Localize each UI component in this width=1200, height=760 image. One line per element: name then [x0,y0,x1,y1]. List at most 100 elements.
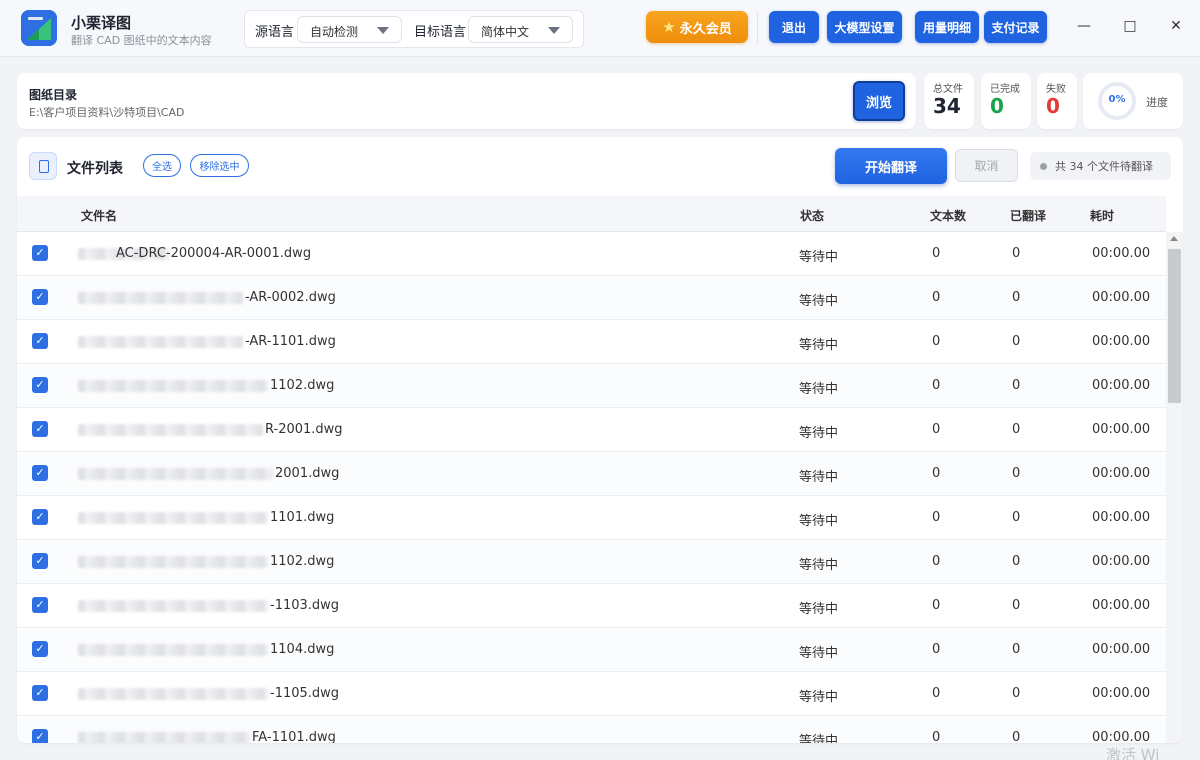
row-checkbox[interactable]: ✓ [32,685,48,701]
file-name-cell: 1102.dwg [78,540,378,584]
remove-selected-button[interactable]: 移除选中 [190,154,249,177]
pending-text: 共 34 个文件待翻译 [1055,160,1153,173]
close-icon[interactable]: ✕ [1161,14,1191,38]
maximize-icon[interactable]: □ [1115,14,1145,38]
select-all-button[interactable]: 全选 [143,154,181,177]
file-list-title: 文件列表 [67,161,123,177]
file-name-cell: 1102.dwg [78,364,378,408]
file-name-cell: -1105.dwg [78,672,378,716]
source-language-label: 源语言 [255,25,295,40]
file-name-cell: AC-DRC-200004-AR-0001.dwg [78,232,378,276]
table-row[interactable]: ✓ -1103.dwg 等待中 0 0 00:00.00 [17,584,1166,628]
file-status: 等待中 [799,250,839,265]
row-checkbox[interactable]: ✓ [32,597,48,613]
file-status: 等待中 [799,734,839,743]
table-row[interactable]: ✓ -1105.dwg 等待中 0 0 00:00.00 [17,672,1166,716]
table-row[interactable]: ✓ AC-DRC-200004-AR-0001.dwg 等待中 0 0 00:00.00 [17,232,1166,276]
translated-count: 0 [1012,510,1021,525]
llm-settings-button[interactable]: 大模型设置 [827,11,902,43]
translated-count: 0 [1012,334,1021,349]
file-name-cell: -AR-0002.dwg [78,276,378,320]
table-row[interactable]: ✓ 1102.dwg 等待中 0 0 00:00.00 [17,364,1166,408]
file-name: 2001.dwg [275,466,340,481]
elapsed-time: 00:00.00 [1092,290,1151,305]
column-header-translated[interactable]: 已翻译 [1010,207,1046,224]
table-row[interactable]: ✓ R-2001.dwg 等待中 0 0 00:00.00 [17,408,1166,452]
scroll-up-icon[interactable] [1170,236,1178,241]
vip-button-label: 永久会员 [679,21,732,37]
column-header-status[interactable]: 状态 [800,207,824,224]
row-checkbox[interactable]: ✓ [32,509,48,525]
vertical-scrollbar[interactable] [1166,232,1183,743]
divider [757,13,758,43]
text-count: 0 [932,686,941,701]
start-translate-button[interactable]: 开始翻译 [835,148,947,184]
browse-button[interactable]: 浏览 [853,81,905,121]
row-checkbox[interactable]: ✓ [32,421,48,437]
table-row[interactable]: ✓ 1101.dwg 等待中 0 0 00:00.00 [17,496,1166,540]
activation-watermark: 激活 Wi [1106,746,1160,760]
pending-status: 共 34 个文件待翻译 [1030,152,1171,180]
file-status: 等待中 [799,470,839,485]
file-status: 等待中 [799,646,839,661]
star-icon: ★ [662,18,676,36]
elapsed-time: 00:00.00 [1092,598,1151,613]
row-checkbox[interactable]: ✓ [32,377,48,393]
text-count: 0 [932,466,941,481]
redacted-filename-mask [78,644,268,656]
row-checkbox[interactable]: ✓ [32,729,48,743]
text-count: 0 [932,598,941,613]
directory-card: 图纸目录 E:\客户项目资料\沙特项目\CAD 浏览 [17,73,916,129]
translated-count: 0 [1012,642,1021,657]
failed-label: 失败 [1046,84,1066,95]
redacted-filename-mask [78,292,243,304]
progress-label: 进度 [1146,96,1168,109]
table-row[interactable]: ✓ 2001.dwg 等待中 0 0 00:00.00 [17,452,1166,496]
vip-button[interactable]: ★ 永久会员 [646,11,748,43]
row-checkbox[interactable]: ✓ [32,289,48,305]
app-name: 小栗译图 [71,14,132,32]
column-header-name[interactable]: 文件名 [81,207,117,224]
failed-card: 失败 0 [1037,73,1077,129]
text-count: 0 [932,246,941,261]
row-checkbox[interactable]: ✓ [32,465,48,481]
elapsed-time: 00:00.00 [1092,422,1151,437]
translated-count: 0 [1012,422,1021,437]
logout-button[interactable]: 退出 [769,11,819,43]
file-name-cell: 2001.dwg [78,452,378,496]
scrollbar-thumb[interactable] [1168,249,1181,403]
target-language-select[interactable]: 简体中文 [468,16,573,43]
row-checkbox[interactable]: ✓ [32,553,48,569]
progress-percent: 0% [1108,94,1126,105]
row-checkbox[interactable]: ✓ [32,641,48,657]
redacted-filename-mask [78,468,273,480]
elapsed-time: 00:00.00 [1092,554,1151,569]
row-checkbox[interactable]: ✓ [32,333,48,349]
redacted-filename-mask [78,336,243,348]
minimize-icon[interactable]: — [1069,14,1099,38]
table-row[interactable]: ✓ 1102.dwg 等待中 0 0 00:00.00 [17,540,1166,584]
source-language-value: 自动检测 [310,25,359,39]
column-header-text-count[interactable]: 文本数 [930,207,966,224]
row-checkbox[interactable]: ✓ [32,245,48,261]
table-row[interactable]: ✓ -AR-1101.dwg 等待中 0 0 00:00.00 [17,320,1166,364]
translated-count: 0 [1012,730,1021,743]
table-row[interactable]: ✓ FA-1101.dwg 等待中 0 0 00:00.00 [17,716,1166,743]
elapsed-time: 00:00.00 [1092,378,1151,393]
table-row[interactable]: ✓ -AR-0002.dwg 等待中 0 0 00:00.00 [17,276,1166,320]
file-status: 等待中 [799,558,839,573]
app-subtitle: 翻译 CAD 图纸中的文本内容 [71,34,212,47]
translated-count: 0 [1012,466,1021,481]
file-name: 1104.dwg [270,642,335,657]
translated-count: 0 [1012,686,1021,701]
payment-record-button[interactable]: 支付记录 [984,11,1047,43]
table-row[interactable]: ✓ 1104.dwg 等待中 0 0 00:00.00 [17,628,1166,672]
target-language-value: 简体中文 [481,25,530,39]
usage-detail-button[interactable]: 用量明细 [915,11,979,43]
file-name-cell: 1104.dwg [78,628,378,672]
column-header-elapsed[interactable]: 耗时 [1090,207,1114,224]
source-language-select[interactable]: 自动检测 [297,16,402,43]
cancel-button[interactable]: 取消 [955,149,1018,182]
file-name: -1103.dwg [270,598,340,613]
target-language-label: 目标语言 [414,25,467,40]
